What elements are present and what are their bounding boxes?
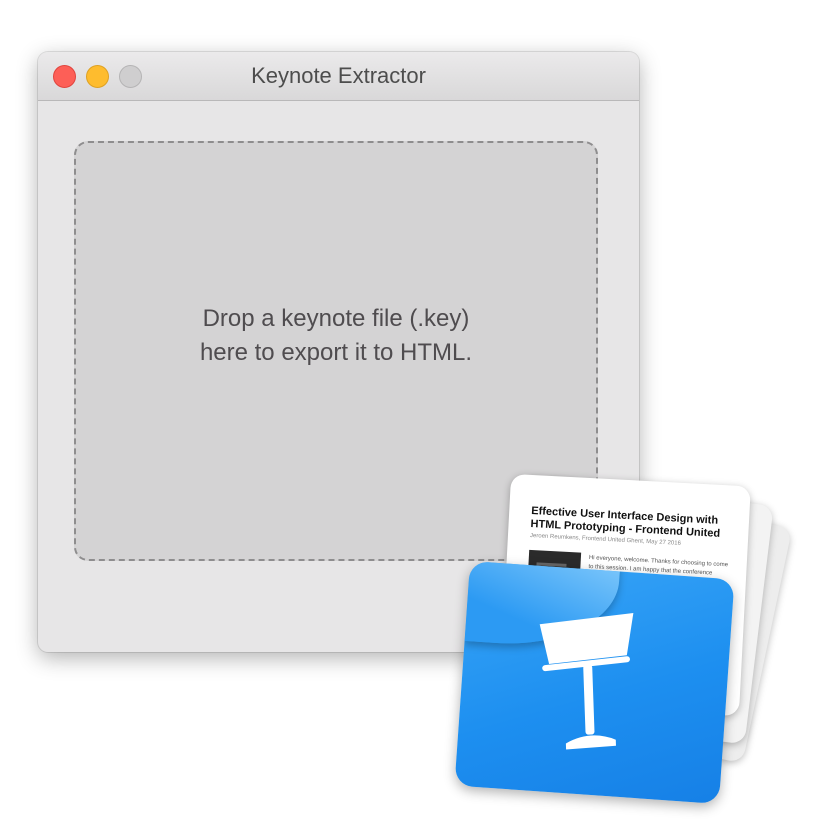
keynote-document-icon[interactable]: Effective User Interface Design with HTM… (450, 470, 793, 810)
drop-instructions-line-1: Drop a keynote file (.key) (202, 305, 470, 332)
drop-instructions: Drop a keynote file (.key) here to expor… (200, 302, 472, 370)
title-bar[interactable]: Keynote Extractor (38, 52, 639, 101)
app-stage: Keynote Extractor Drop a keynote file (.… (0, 0, 838, 838)
window-title: Keynote Extractor (251, 63, 426, 88)
keynote-podium-icon (539, 613, 634, 750)
drop-instructions-line-2: here to export it to HTML. (199, 339, 473, 366)
keynote-app-tile (454, 561, 735, 804)
